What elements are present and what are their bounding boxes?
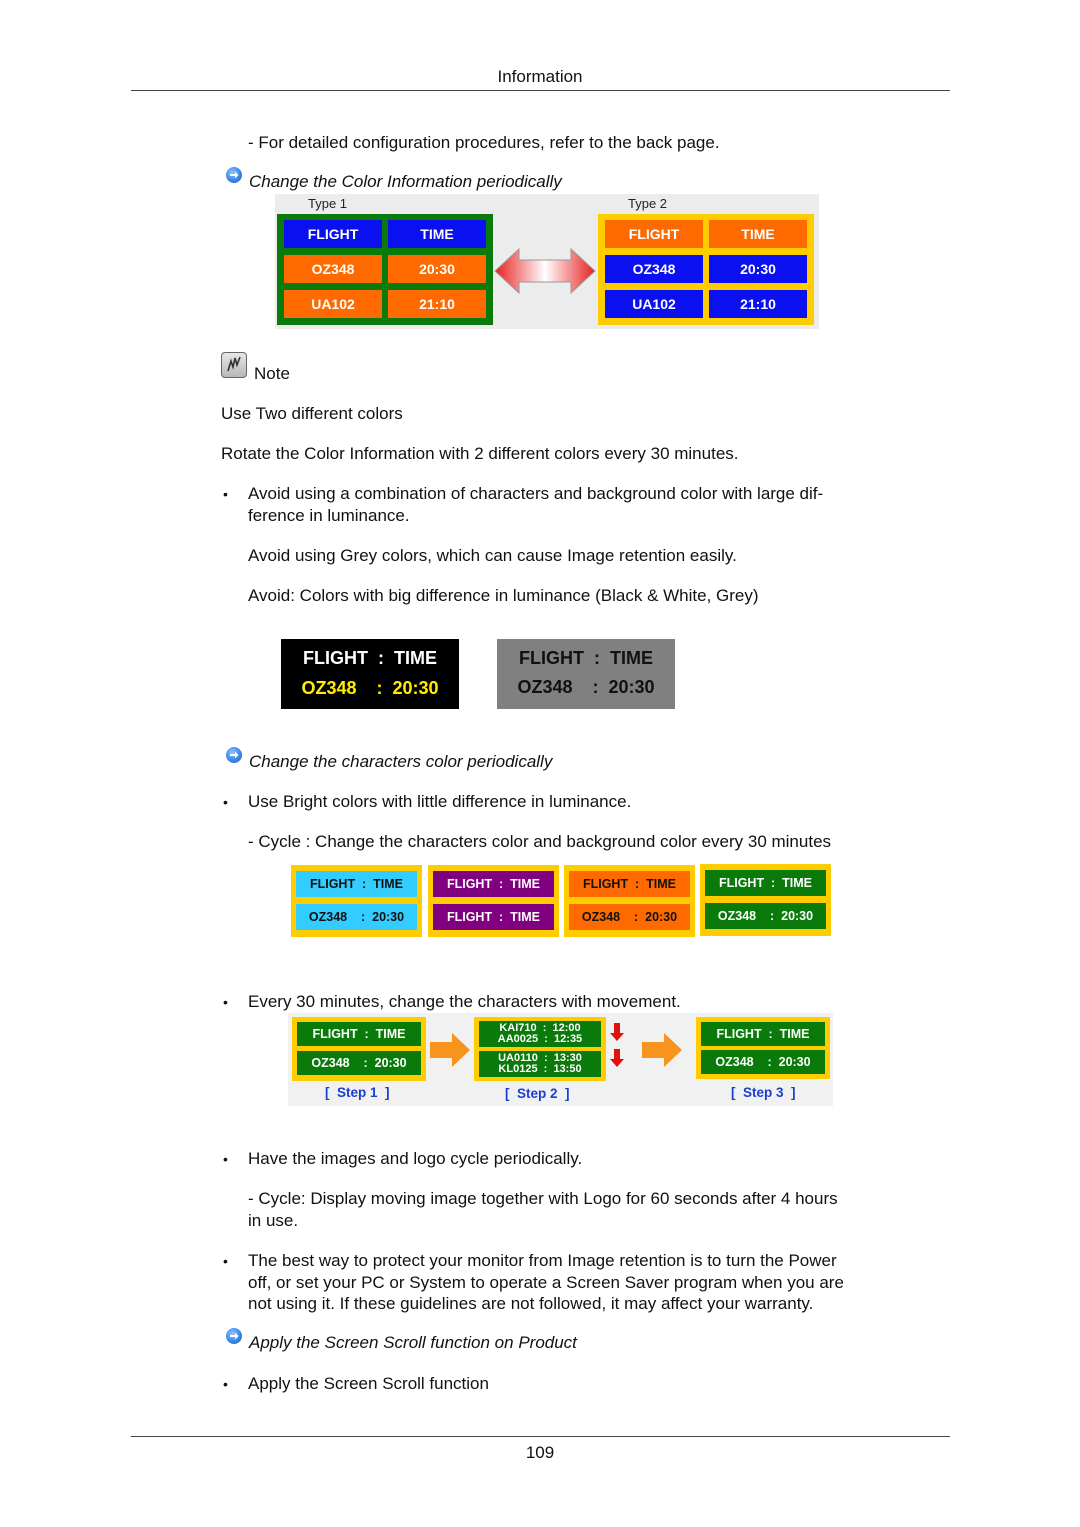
step1-board: FLIGHT : TIME OZ348 : 20:30 xyxy=(292,1017,426,1081)
best-way-text-l2: off, or set your PC or System to operate… xyxy=(248,1273,844,1292)
note-pencil-icon xyxy=(221,352,247,378)
use-bright-text: Use Bright colors with little difference… xyxy=(248,792,632,811)
cycle-board: FLIGHT : TIME OZ348 : 20:30 xyxy=(291,865,422,937)
step2-label: [ Step 2 ] xyxy=(505,1086,570,1101)
best-way-text-l1: The best way to protect your monitor fro… xyxy=(248,1251,837,1270)
section-heading-screen-scroll: Apply the Screen Scroll function on Prod… xyxy=(249,1333,577,1352)
page-number: 109 xyxy=(525,1443,555,1462)
type1-cell: 21:10 xyxy=(388,290,486,318)
type1-cell: OZ348 xyxy=(284,255,382,283)
bullet: • xyxy=(223,1376,228,1392)
color-cycle-figure: FLIGHT : TIME OZ348 : 20:30 FLIGHT : TIME F… xyxy=(291,864,831,937)
board-line-1: FLIGHT : TIME xyxy=(303,647,437,668)
section-heading-color-info: Change the Color Information periodicall… xyxy=(249,172,562,191)
arrow-circle-icon xyxy=(226,167,242,183)
type1-cell: 20:30 xyxy=(388,255,486,283)
board-line-1: FLIGHT : TIME xyxy=(296,871,417,897)
board-line-1: FLIGHT : TIME xyxy=(297,1022,421,1046)
type2-cell: 20:30 xyxy=(709,255,807,283)
cycle-logo-text-l2: in use. xyxy=(248,1211,299,1230)
arrow-circle-icon xyxy=(226,747,242,763)
board-line-2: OZ348 : 20:30 xyxy=(301,677,439,698)
bullet: • xyxy=(223,794,228,810)
every30-text: Every 30 minutes, change the characters … xyxy=(248,992,681,1011)
images-logo-text: Have the images and logo cycle periodica… xyxy=(248,1149,583,1168)
board-line-2: OZ348 : 20:30 xyxy=(701,1050,825,1074)
down-arrows-icon xyxy=(610,1023,624,1067)
cycle-board: FLIGHT : TIME FLIGHT : TIME xyxy=(428,865,559,937)
footer-rule xyxy=(131,1436,950,1437)
use-two-colors-text: Use Two different colors xyxy=(221,404,403,423)
page-header-title: Information xyxy=(497,67,583,86)
board-line-2: OZ348 : 20:30 xyxy=(517,676,655,697)
type1-cell: UA102 xyxy=(284,290,382,318)
avoid-colors-text: Avoid: Colors with big difference in lum… xyxy=(248,586,759,605)
step2-board: KAI710 : 12:00 AA0025 : 12:35 UA0110 : 1… xyxy=(474,1017,606,1081)
bullet: • xyxy=(223,994,228,1010)
board-line-1: FLIGHT : TIME xyxy=(433,871,554,897)
bullet: • xyxy=(223,1151,228,1167)
step1-label: [ Step 1 ] xyxy=(325,1085,390,1100)
step3-board: FLIGHT : TIME OZ348 : 20:30 xyxy=(696,1017,830,1079)
arrow-circle-icon xyxy=(226,1328,242,1344)
type2-board: FLIGHT TIME OZ348 20:30 UA102 21:10 xyxy=(598,214,814,325)
board-line-2: FLIGHT : TIME xyxy=(433,904,554,930)
type2-cell: 21:10 xyxy=(709,290,807,318)
board-line-1: FLIGHT : TIME xyxy=(705,870,826,896)
board-line-1: FLIGHT : TIME xyxy=(569,871,690,897)
type1-cell: FLIGHT xyxy=(284,220,382,248)
type1-label: Type 1 xyxy=(308,196,348,211)
bullet: • xyxy=(223,486,228,502)
cycle-logo-text-l1: - Cycle: Display moving image together w… xyxy=(248,1189,838,1208)
board-line-2: OZ348 : 20:30 xyxy=(296,904,417,930)
type1-board: FLIGHT TIME OZ348 20:30 UA102 21:10 xyxy=(277,214,493,325)
section-heading-chars-color: Change the characters color periodically xyxy=(249,752,553,771)
board-line-2: OZ348 : 20:30 xyxy=(569,904,690,930)
type2-cell: TIME xyxy=(709,220,807,248)
step2-top-scroll: KAI710 : 12:00 AA0025 : 12:35 xyxy=(479,1021,601,1047)
color-type-figure: Type 1 Type 2 FLIGHT TIME OZ348 20:30 UA102 2… xyxy=(275,194,819,329)
type2-cell: OZ348 xyxy=(605,255,703,283)
header-rule xyxy=(131,90,950,91)
avoid-grey-text: Avoid using Grey colors, which can cause… xyxy=(248,546,737,565)
cycle-chars-text: - Cycle : Change the characters color an… xyxy=(248,832,832,851)
avoid-dark-board: FLIGHT : TIME OZ348 : 20:30 xyxy=(281,639,459,709)
scroll-line: KL0125 : 13:50 xyxy=(498,1063,582,1075)
cycle-board: FLIGHT : TIME OZ348 : 20:30 xyxy=(564,865,695,937)
right-arrow-icon xyxy=(642,1033,682,1067)
best-way-text-l3: not using it. If these guidelines are no… xyxy=(248,1294,814,1313)
double-arrow-icon xyxy=(494,247,596,295)
step3-label: [ Step 3 ] xyxy=(731,1085,796,1100)
step2-bottom-scroll: UA0110 : 13:30 KL0125 : 13:50 xyxy=(479,1051,601,1077)
avoid-combination-text-l2: ference in luminance. xyxy=(248,506,410,525)
right-arrow-icon xyxy=(430,1033,470,1067)
rotate-text: Rotate the Color Information with 2 diff… xyxy=(221,444,739,463)
board-line-2: OZ348 : 20:30 xyxy=(297,1051,421,1075)
board-line-2: OZ348 : 20:30 xyxy=(705,903,826,929)
type2-label: Type 2 xyxy=(628,196,668,211)
config-note: - For detailed configuration procedures,… xyxy=(248,133,720,152)
type2-cell: UA102 xyxy=(605,290,703,318)
avoid-combination-text-l1: Avoid using a combination of characters … xyxy=(248,484,824,503)
board-line-1: FLIGHT : TIME xyxy=(519,647,653,668)
cycle-board: FLIGHT : TIME OZ348 : 20:30 xyxy=(700,864,831,936)
apply-scroll-text: Apply the Screen Scroll function xyxy=(248,1374,489,1393)
avoid-grey-board: FLIGHT : TIME OZ348 : 20:30 xyxy=(497,639,675,709)
bullet: • xyxy=(223,1253,228,1269)
movement-steps-figure: FLIGHT : TIME OZ348 : 20:30 KAI710 : 12:… xyxy=(288,1013,833,1106)
type2-cell: FLIGHT xyxy=(605,220,703,248)
type1-cell: TIME xyxy=(388,220,486,248)
scroll-line: AA0025 : 12:35 xyxy=(497,1033,583,1045)
board-line-1: FLIGHT : TIME xyxy=(701,1022,825,1046)
note-label: Note xyxy=(254,364,290,383)
